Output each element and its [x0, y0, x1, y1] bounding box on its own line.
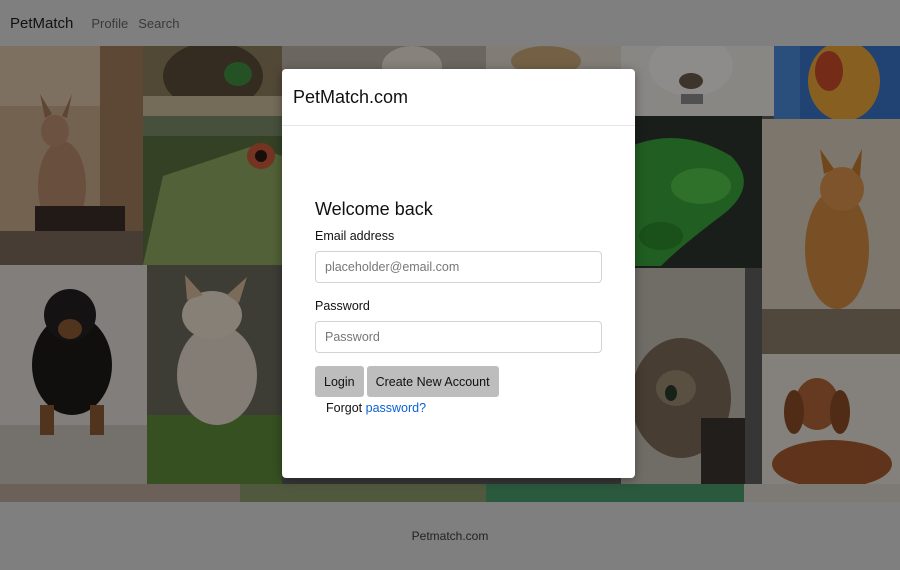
modal-title: PetMatch.com: [293, 86, 409, 107]
forgot-password-link[interactable]: password?: [366, 401, 426, 415]
nav-link-profile[interactable]: Profile: [91, 16, 128, 31]
modal-header: PetMatch.com: [282, 69, 635, 126]
email-field[interactable]: [315, 251, 602, 283]
forgot-password: Forgot password?: [326, 401, 602, 415]
button-row: Login Create New Account: [315, 366, 602, 397]
login-modal: PetMatch.com Welcome back Email address …: [282, 69, 635, 478]
modal-body: Welcome back Email address Password Logi…: [282, 199, 635, 415]
footer-text: Petmatch.com: [411, 529, 489, 543]
navbar: PetMatch Profile Search: [0, 0, 900, 46]
nav-link-search[interactable]: Search: [138, 16, 179, 31]
login-button[interactable]: Login: [315, 366, 364, 397]
email-label: Email address: [315, 229, 395, 243]
footer: Petmatch.com: [0, 502, 900, 570]
create-account-button[interactable]: Create New Account: [366, 366, 499, 397]
password-label: Password: [315, 299, 370, 313]
forgot-prefix: Forgot: [326, 401, 363, 415]
password-field[interactable]: [315, 321, 602, 353]
brand-logo[interactable]: PetMatch: [10, 15, 73, 32]
welcome-heading: Welcome back: [315, 199, 433, 219]
